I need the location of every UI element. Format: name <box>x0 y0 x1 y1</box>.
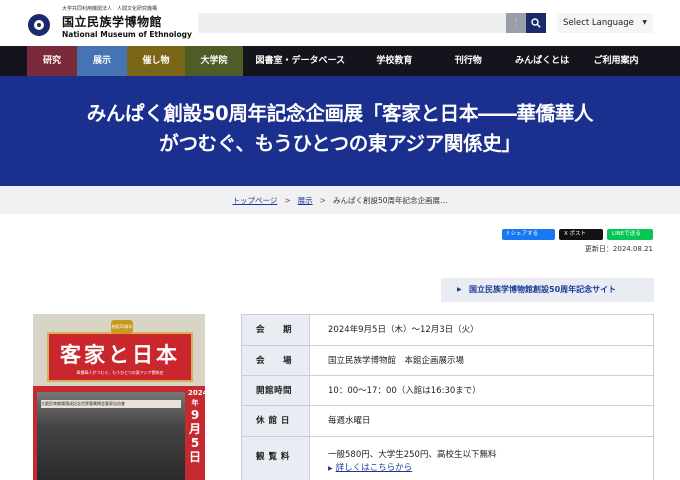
breadcrumb-current: みんぱく創設50周年記念企画展… <box>332 195 448 205</box>
poster-banner: 大阪民衆劇場落成記念世界客属總会客家自治會 <box>41 400 181 408</box>
exhibition-info-table: 会 期 2024年9月5日（木）～12月3日（火） 会 場 国立民族学博物館 本… <box>241 314 654 480</box>
table-row: 観 覧 料 一般580円、大学生250円、高校生以下無料 ▶ 詳しくはこちらから <box>242 437 653 480</box>
nav-item-school-education[interactable]: 学校教育 <box>357 46 432 76</box>
nav-item-research[interactable]: 研究 <box>27 46 77 76</box>
info-label: 開館時間 <box>242 376 310 405</box>
logo-title-jp[interactable]: 国立民族学博物館 <box>62 13 162 30</box>
info-label: 会 期 <box>242 315 310 345</box>
anniversary-site-label: 国立民族学博物館創設50周年記念サイト <box>469 285 617 294</box>
page-title: みんぱく創設50周年記念企画展「客家と日本――華僑華人 がつむぐ、もうひとつの東… <box>86 102 594 155</box>
site-header: 大学共同利用機関法人 人間文化研究機構 国立民族学博物館 National Mu… <box>0 0 680 46</box>
info-value: 毎週水曜日 <box>328 416 371 426</box>
nav-item-events[interactable]: 催し物 <box>127 46 185 76</box>
logo-title-en[interactable]: National Museum of Ethnology <box>62 30 192 39</box>
nav-item-graduate-school[interactable]: 大学院 <box>185 46 243 76</box>
table-row: 会 期 2024年9月5日（木）～12月3日（火） <box>242 315 653 346</box>
poster-title-panel: 客家と日本 華僑華人がつむぐ、もうひとつの東アジア関係史 <box>47 332 193 382</box>
chevron-down-icon: ▼ <box>642 19 647 26</box>
search-icon[interactable] <box>526 13 546 33</box>
breadcrumb: トップページ > 展示 > みんぱく創設50周年記念企画展… <box>0 186 680 214</box>
admission-fee-text: 一般580円、大学生250円、高校生以下無料 <box>328 450 497 460</box>
language-select-value: Select Language <box>563 18 634 28</box>
table-row: 会 場 国立民族学博物館 本館企画展示場 <box>242 346 653 376</box>
line-send-button[interactable]: LINEで送る <box>607 229 653 240</box>
museum-logo-icon[interactable] <box>28 14 50 36</box>
global-nav: 研究 展示 催し物 大学院 図書室・データベース 学校教育 刊行物 みんぱくとは… <box>0 46 680 76</box>
facebook-share-button[interactable]: f シェアする <box>502 229 555 240</box>
breadcrumb-exhibitions[interactable]: 展示 <box>298 195 313 206</box>
logo-subtitle: 大学共同利用機関法人 人間文化研究機構 <box>62 6 158 12</box>
nav-item-publications[interactable]: 刊行物 <box>431 46 506 76</box>
table-row: 休 館 日 毎週水曜日 <box>242 406 653 437</box>
breadcrumb-home[interactable]: トップページ <box>233 195 278 206</box>
chevron-right-icon: ▶ <box>328 465 333 472</box>
breadcrumb-separator: > <box>284 195 291 205</box>
table-row: 開館時間 10：00～17：00（入館は16:30まで） <box>242 376 653 406</box>
poster-badge: 創設50周年 <box>111 320 133 334</box>
chevron-right-icon: ▶ <box>457 286 462 293</box>
poster-subtitle: 華僑華人がつむぐ、もうひとつの東アジア関係史 <box>76 370 164 375</box>
language-select[interactable]: Select Language ▼ <box>557 13 653 33</box>
page-hero: みんぱく創設50周年記念企画展「客家と日本――華僑華人 がつむぐ、もうひとつの東… <box>0 76 680 186</box>
poster-date-year: 2024年 <box>188 389 205 407</box>
admission-details-link[interactable]: ▶ 詳しくはこちらから <box>328 462 653 475</box>
poster-date: 2024年 9月5日 <box>188 388 205 464</box>
poster-title: 客家と日本 <box>60 342 180 367</box>
exhibition-poster[interactable]: 客家と日本 華僑華人がつむぐ、もうひとつの東アジア関係史 創設50周年 大阪民衆… <box>33 314 205 480</box>
info-label: 観 覧 料 <box>242 437 310 480</box>
info-label: 休 館 日 <box>242 406 310 436</box>
breadcrumb-separator: > <box>319 195 326 205</box>
admission-details-label[interactable]: 詳しくはこちらから <box>336 462 413 475</box>
search-input[interactable] <box>198 13 506 33</box>
nav-item-visitor-info[interactable]: ご利用案内 <box>579 46 653 76</box>
info-label: 会 場 <box>242 346 310 375</box>
poster-date-day: 9月5日 <box>188 408 201 464</box>
info-value: 国立民族学博物館 本館企画展示場 <box>328 356 465 366</box>
nav-item-library-database[interactable]: 図書室・データベース <box>243 46 358 76</box>
x-post-button[interactable]: X ポスト <box>559 229 603 240</box>
nav-item-about[interactable]: みんぱくとは <box>505 46 580 76</box>
anniversary-site-link[interactable]: ▶ 国立民族学博物館創設50周年記念サイト <box>441 278 654 302</box>
nav-item-exhibitions[interactable]: 展示 <box>77 46 127 76</box>
updated-date: 更新日：2024.08.21 <box>584 245 653 253</box>
info-value: 一般580円、大学生250円、高校生以下無料 ▶ 詳しくはこちらから <box>310 437 653 480</box>
sliders-icon[interactable]: ⫶ <box>506 13 526 33</box>
info-value: 2024年9月5日（木）～12月3日（火） <box>328 325 479 335</box>
info-value: 10：00～17：00（入館は16:30まで） <box>328 386 481 396</box>
